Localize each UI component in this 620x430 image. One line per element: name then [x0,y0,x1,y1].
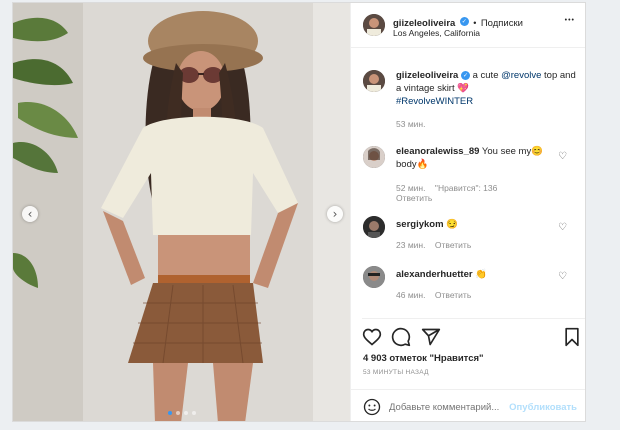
comment-time: 23 мин. [396,240,426,250]
comment-avatar[interactable] [363,266,385,288]
comment-likes[interactable]: "Нравится": 136 [435,183,497,193]
follow-button[interactable]: Подписки [481,18,523,29]
caption-time: 53 мин. [396,119,426,129]
post-media[interactable]: ‹ › [13,3,350,421]
heart-icon[interactable] [362,327,382,347]
emoji: 👏 [475,269,488,280]
comment-time: 52 мин. [396,183,426,193]
hashtag-link[interactable]: #RevolveWINTER [396,96,473,107]
avatar[interactable] [363,14,385,36]
caption-text: giizeleoliveira ✓ a cute @revolve top an… [396,69,576,108]
heart-icon[interactable]: ♡ [558,222,567,233]
comment-username[interactable]: alexanderhuetter [396,269,473,280]
caption-part: a cute [469,70,502,81]
heart-icon[interactable]: ♡ [558,151,567,162]
post-sidebar: giizeleoliveira ✓ • Подписки Los Angeles… [350,3,585,421]
more-icon[interactable]: ••• [565,17,575,24]
share-icon[interactable] [421,327,441,347]
carousel-dot [191,411,196,415]
post-header: giizeleoliveira ✓ • Подписки Los Angeles… [351,3,585,48]
heart-emoji: 💖 [457,83,470,94]
carousel-next-button[interactable]: › [327,206,343,222]
caption-avatar[interactable] [363,70,385,92]
post-timestamp[interactable]: 53 минуты назад [363,369,429,376]
comment-meta: 46 мин. Ответить [396,290,471,300]
post-photo [13,3,350,421]
reply-button[interactable]: Ответить [435,290,471,300]
comment-input[interactable] [389,399,509,415]
comment-text: sergiykom 😏 [396,218,458,231]
carousel-dots [13,411,350,415]
comment-part: You see my [479,146,532,157]
carousel-prev-button[interactable]: ‹ [22,206,38,222]
post-card: ‹ › giizeleoliveira ✓ • Подписки Los Ang… [12,2,586,422]
heart-icon[interactable]: ♡ [558,271,567,282]
fire-emoji: 🔥 [416,159,429,170]
carousel-dot [167,411,172,415]
comment-text: alexanderhuetter 👏 [396,268,487,281]
bookmark-icon[interactable] [563,327,581,347]
comment-form: Опубликовать [351,389,585,421]
comment-time: 46 мин. [396,290,426,300]
likes-count[interactable]: 4 903 отметок "Нравится" [363,353,484,364]
comment-meta: 52 мин. "Нравится": 136 [396,183,497,193]
publish-button[interactable]: Опубликовать [509,402,577,413]
carousel-dot [175,411,180,415]
comment-avatar[interactable] [363,146,385,168]
location-link[interactable]: Los Angeles, California [393,27,480,40]
reply-button[interactable]: Ответить [396,193,432,203]
comment-text: eleanoralewiss_89 You see my😊 body🔥 [396,145,561,171]
mention-link[interactable]: @revolve [501,70,541,81]
verified-icon: ✓ [459,17,469,27]
caption-username[interactable]: giizeleoliveira [396,70,458,81]
comment-avatar[interactable] [363,216,385,238]
comment-icon[interactable] [391,327,411,347]
divider [362,318,585,319]
comment-username[interactable]: sergiykom [396,219,444,230]
comment-part: body [396,159,417,170]
emoji: 😏 [446,219,459,230]
reply-button[interactable]: Ответить [435,240,471,250]
comment-meta: 23 мин. Ответить [396,240,471,250]
carousel-dot [183,411,188,415]
emoji-icon[interactable] [363,398,381,416]
verified-icon: ✓ [460,70,470,80]
emoji: 😊 [531,146,544,157]
comment-username[interactable]: eleanoralewiss_89 [396,146,479,157]
